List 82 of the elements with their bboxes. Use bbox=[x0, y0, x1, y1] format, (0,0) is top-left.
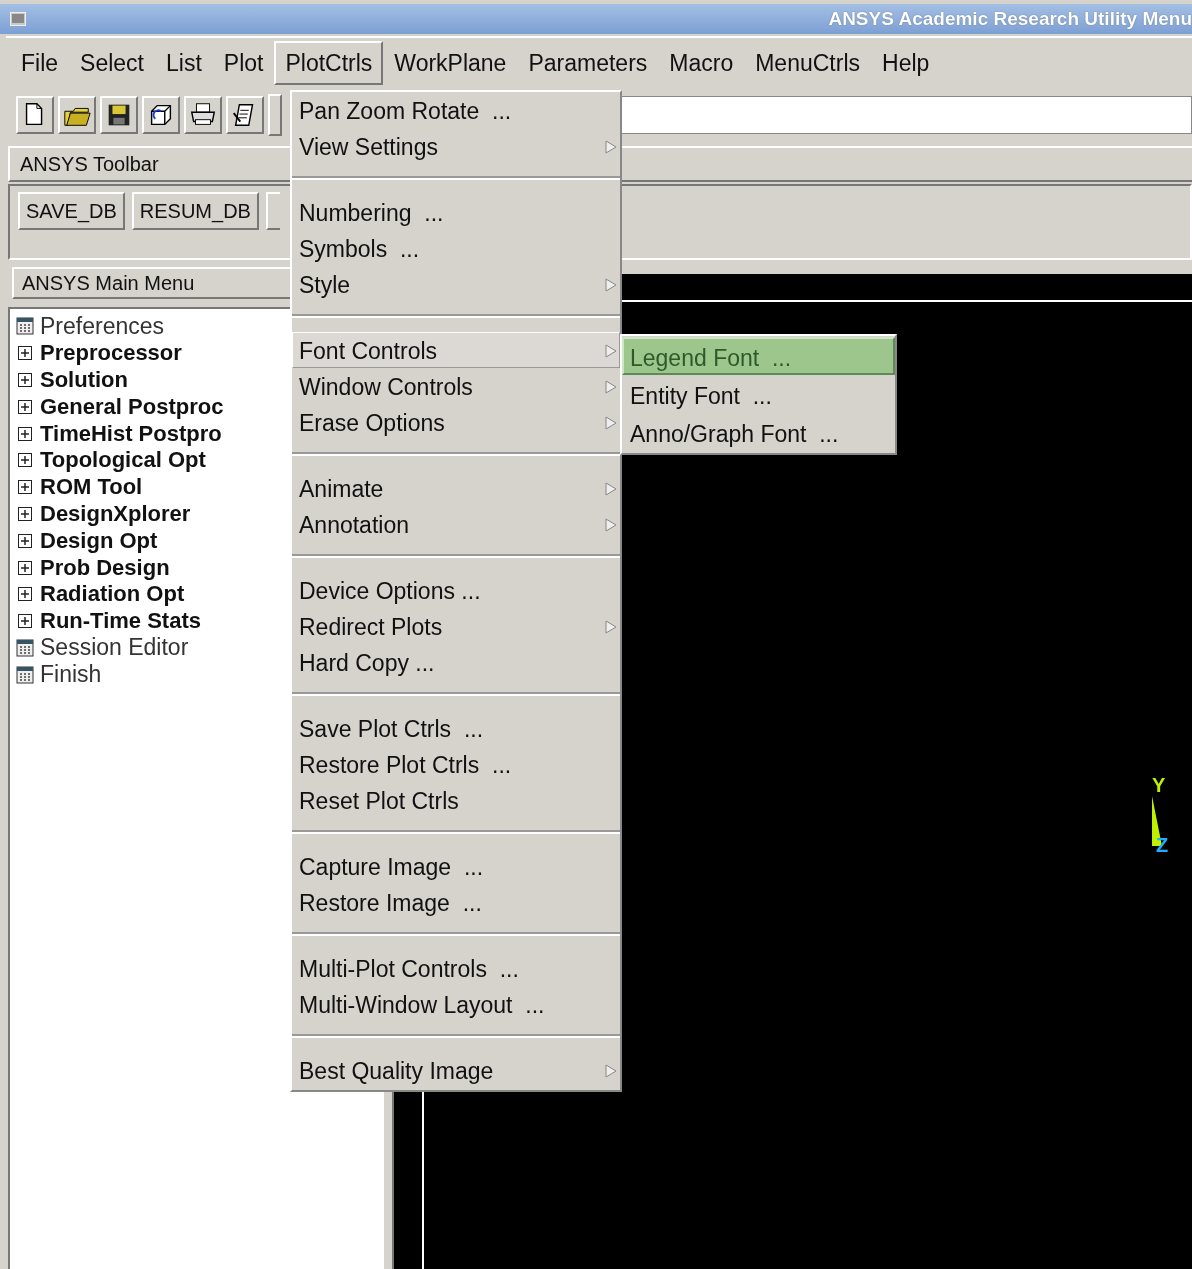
menu-item[interactable]: MenuCtrls bbox=[744, 41, 871, 85]
tree-item[interactable]: Preprocessor bbox=[40, 340, 182, 367]
tree-item[interactable]: Finish bbox=[40, 661, 102, 689]
menu-item[interactable]: Window Controls bbox=[292, 368, 620, 404]
menu-item[interactable]: Select bbox=[69, 41, 155, 85]
dialog-icon bbox=[16, 638, 34, 657]
submenu-arrow-icon bbox=[605, 140, 617, 154]
tree-item[interactable]: Session Editor bbox=[40, 634, 189, 662]
toolbar-button[interactable] bbox=[184, 96, 222, 134]
menu-item[interactable]: Annotation bbox=[292, 506, 620, 542]
menu-item[interactable]: Anno/Graph Font ... bbox=[622, 413, 895, 451]
submenu-arrow-icon bbox=[605, 278, 617, 292]
toolbar-button[interactable] bbox=[16, 96, 54, 134]
menu-item[interactable]: Hard Copy ... bbox=[292, 644, 620, 680]
menu-item[interactable]: Multi-Plot Controls ... bbox=[292, 950, 620, 986]
plus-box-icon[interactable] bbox=[16, 558, 34, 577]
plus-box-icon[interactable] bbox=[16, 585, 34, 604]
menu-item[interactable]: Redirect Plots bbox=[292, 608, 620, 644]
menu-item[interactable]: Help bbox=[871, 41, 941, 85]
submenu-arrow-icon bbox=[605, 416, 617, 430]
submenu-arrow-icon bbox=[605, 482, 617, 496]
toolbar-button[interactable] bbox=[100, 96, 138, 134]
menu-item[interactable]: Multi-Window Layout ... bbox=[292, 986, 620, 1022]
tree-item[interactable]: ROM Tool bbox=[40, 474, 143, 501]
tree-item[interactable]: Design Opt bbox=[40, 527, 158, 554]
plus-box-icon[interactable] bbox=[16, 371, 34, 389]
submenu-arrow-icon bbox=[605, 518, 617, 532]
menu-item[interactable]: Entity Font ... bbox=[622, 375, 895, 413]
toolbar-button[interactable] bbox=[58, 96, 96, 134]
dialog-icon bbox=[16, 317, 34, 336]
menu-item[interactable]: Numbering ... bbox=[292, 194, 620, 230]
menu-item[interactable]: Restore Image ... bbox=[292, 884, 620, 920]
tree-item[interactable]: TimeHist Postpro bbox=[40, 420, 222, 447]
menu-item[interactable]: Symbols ... bbox=[292, 230, 620, 266]
menu-item[interactable]: Save Plot Ctrls ... bbox=[292, 710, 620, 746]
tree-item[interactable]: Preferences bbox=[40, 312, 164, 340]
menu-item[interactable]: Pan Zoom Rotate ... bbox=[292, 92, 620, 128]
menu-item[interactable]: WorkPlane bbox=[383, 41, 518, 85]
menu-item[interactable]: Font Controls bbox=[292, 332, 620, 368]
menu-item[interactable]: List bbox=[155, 41, 213, 85]
menu-item[interactable]: Best Quality Image bbox=[292, 1052, 620, 1088]
window-icon[interactable] bbox=[10, 12, 26, 26]
menu-item[interactable]: Capture Image ... bbox=[292, 848, 620, 884]
menu-item[interactable]: Device Options ... bbox=[292, 572, 620, 608]
tree-item[interactable]: General Postproc bbox=[40, 393, 224, 420]
axis-label: Z bbox=[1156, 834, 1169, 857]
plus-box-icon[interactable] bbox=[16, 397, 34, 416]
tree-item[interactable]: Radiation Opt bbox=[40, 581, 185, 608]
plus-box-icon[interactable] bbox=[16, 424, 34, 443]
tree-item[interactable]: Prob Design bbox=[40, 554, 170, 581]
submenu-arrow-icon bbox=[605, 1064, 617, 1078]
window-title: ANSYS Academic Research Utility Menu bbox=[828, 8, 1192, 30]
menu-item[interactable]: Macro bbox=[658, 41, 745, 85]
submenu-arrow-icon bbox=[605, 344, 617, 358]
menu-item[interactable]: Restore Plot Ctrls ... bbox=[292, 746, 620, 782]
menu-item[interactable]: Animate bbox=[292, 470, 620, 506]
plus-box-icon[interactable] bbox=[16, 504, 34, 523]
plus-box-icon[interactable] bbox=[16, 451, 34, 470]
menu-item[interactable]: Parameters bbox=[517, 41, 659, 85]
plus-box-icon[interactable] bbox=[16, 612, 34, 631]
submenu-arrow-icon bbox=[605, 620, 617, 634]
menu-item[interactable]: Erase Options bbox=[292, 404, 620, 440]
toolbar-button[interactable] bbox=[226, 96, 264, 134]
tree-item[interactable]: Solution bbox=[40, 367, 128, 393]
menu-item[interactable]: Legend Font ... bbox=[622, 337, 895, 375]
toolbar-command-button[interactable]: RESUM_DB bbox=[131, 192, 259, 230]
menu-item[interactable]: File bbox=[10, 41, 70, 85]
toolbar-button[interactable] bbox=[142, 96, 180, 134]
tree-item[interactable]: Run-Time Stats bbox=[40, 608, 201, 635]
plus-box-icon[interactable] bbox=[16, 531, 34, 550]
menu-item[interactable]: Reset Plot Ctrls bbox=[292, 782, 620, 818]
toolbar-command-button[interactable] bbox=[265, 192, 280, 230]
menu-item[interactable]: PlotCtrls bbox=[274, 41, 384, 85]
submenu-arrow-icon bbox=[605, 380, 617, 394]
dialog-icon bbox=[16, 665, 34, 684]
menu-item[interactable]: Plot bbox=[212, 41, 275, 85]
plus-box-icon[interactable] bbox=[16, 344, 34, 363]
axis-label: Y bbox=[1152, 774, 1166, 797]
plus-box-icon[interactable] bbox=[16, 478, 34, 497]
tree-item[interactable]: DesignXplorer bbox=[40, 500, 191, 527]
tree-item[interactable]: Topological Opt bbox=[40, 447, 206, 474]
toolbar-command-button[interactable]: SAVE_DB bbox=[18, 192, 125, 230]
